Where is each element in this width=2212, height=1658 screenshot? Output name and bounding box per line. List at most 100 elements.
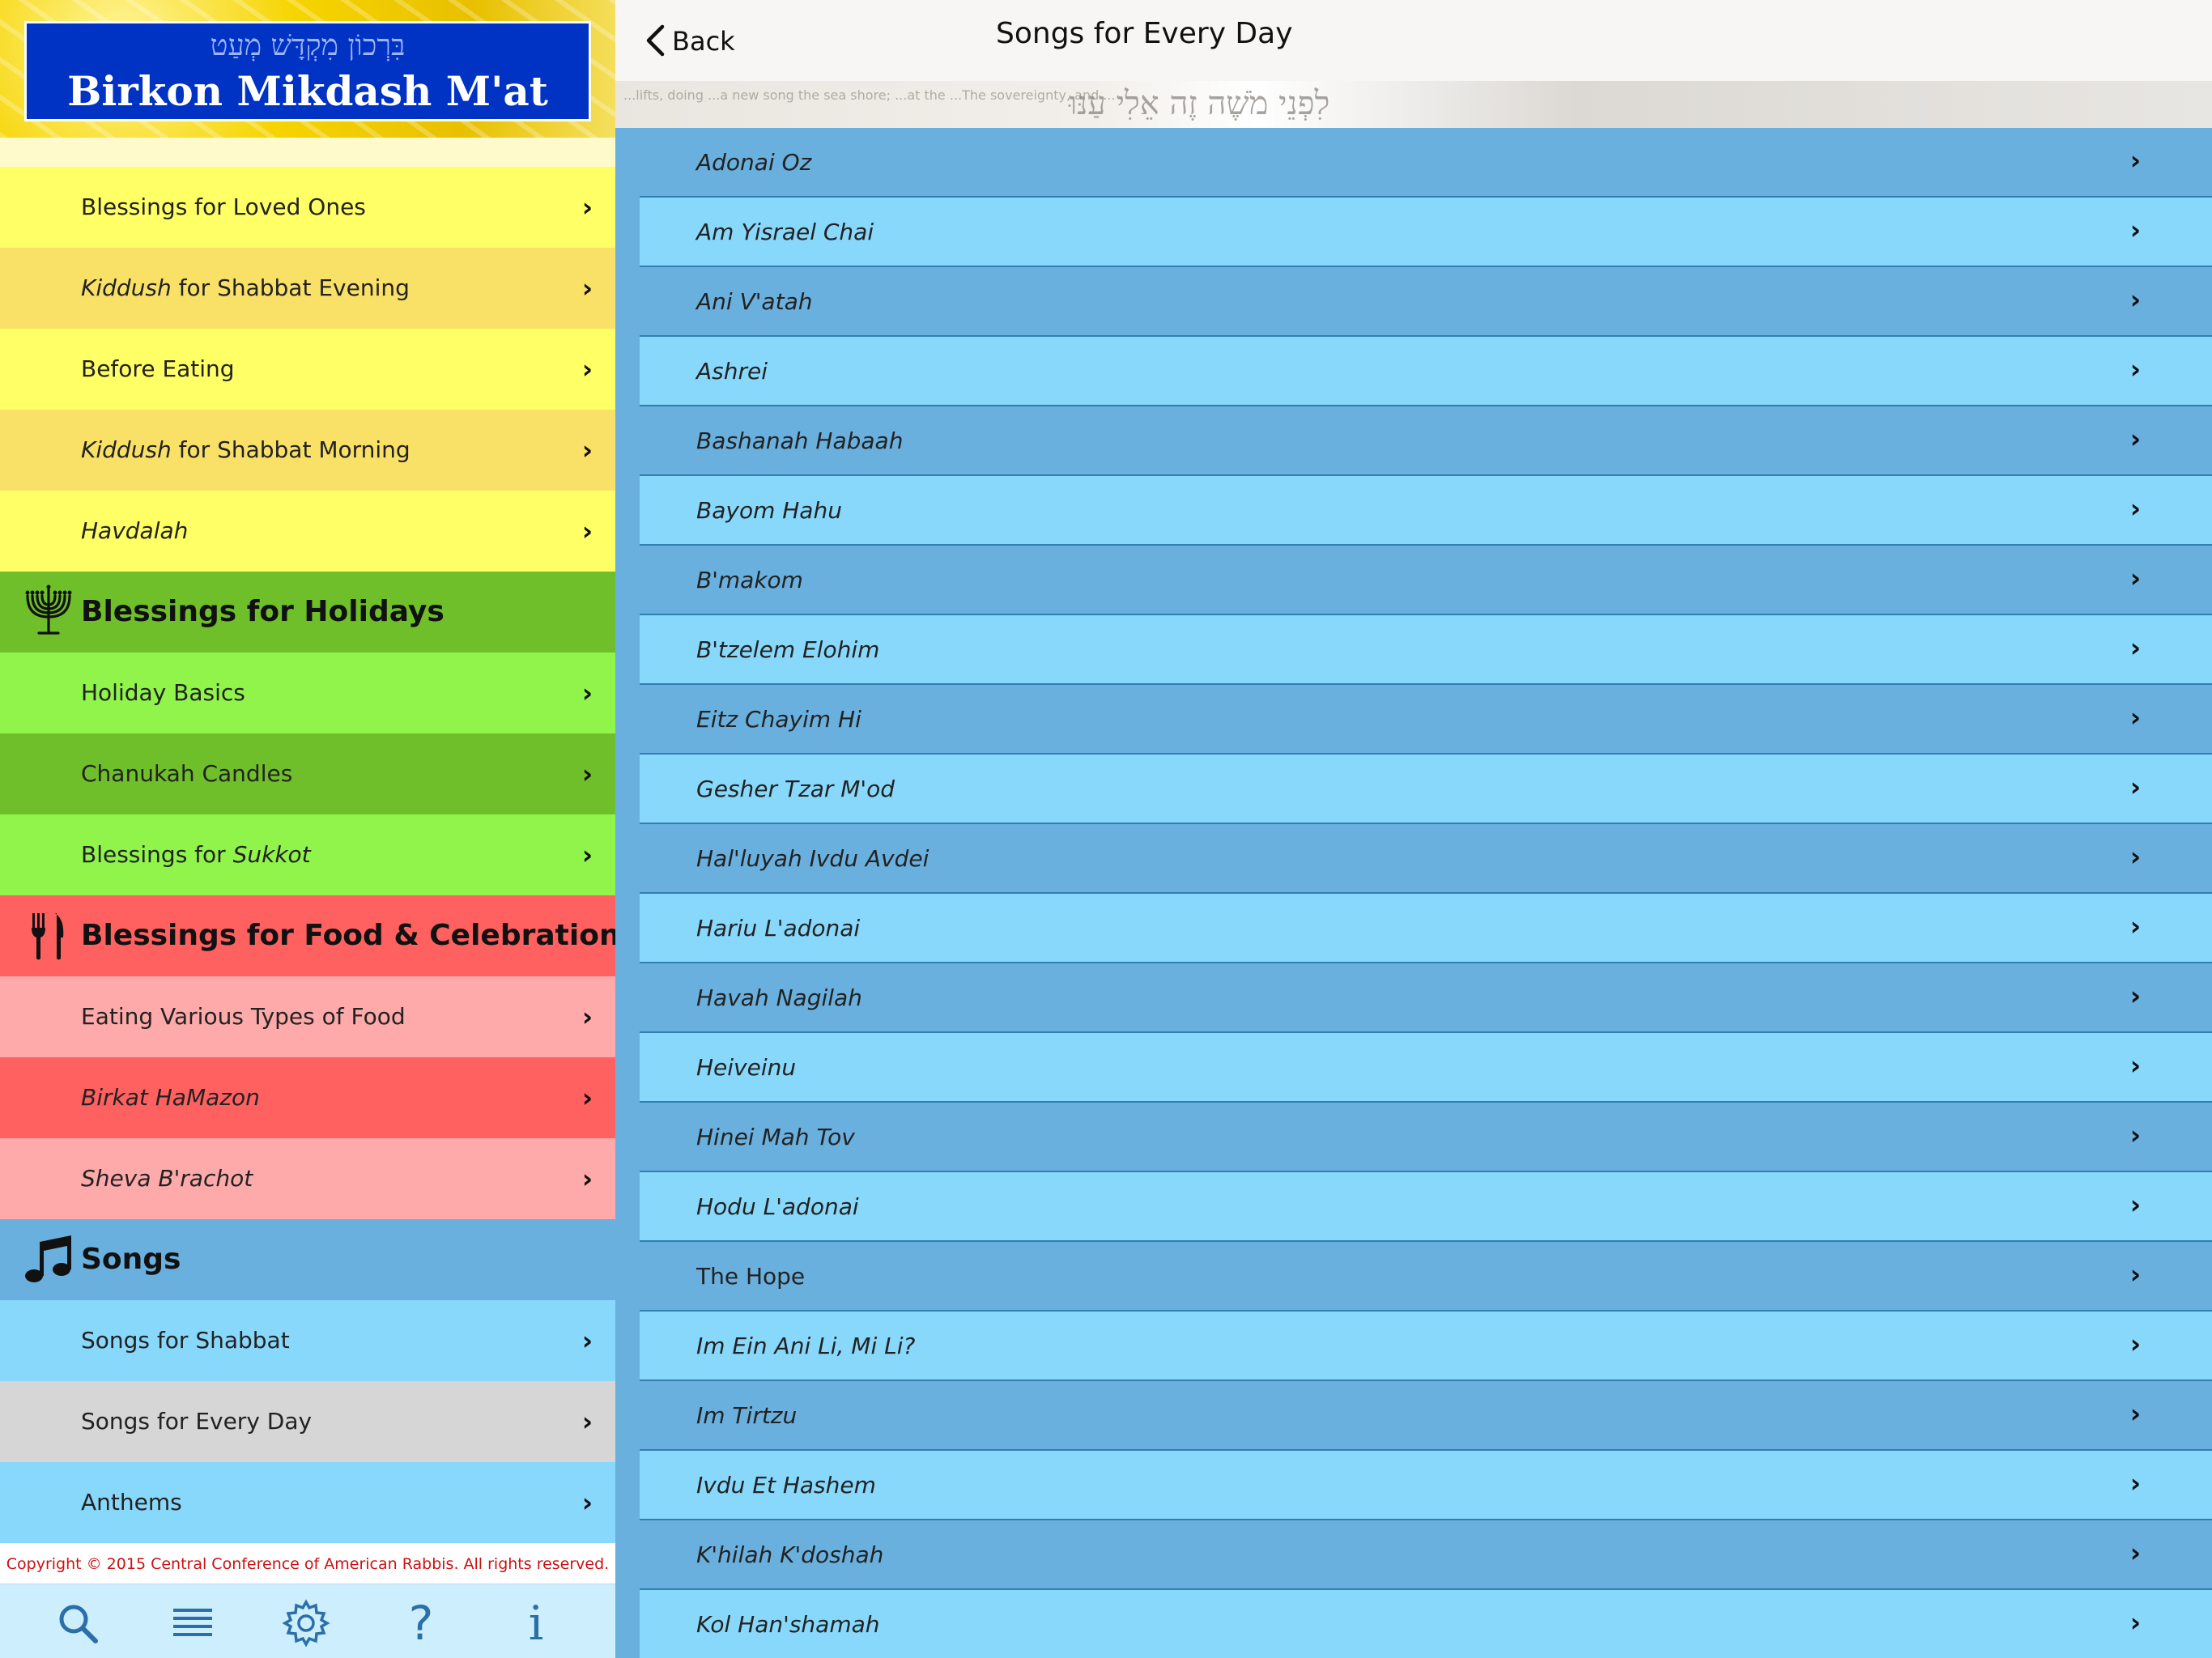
chevron-right-icon: ›: [581, 192, 593, 223]
chevron-right-icon: ›: [581, 516, 593, 546]
sidebar-item-holiday-basics[interactable]: Holiday Basics ›: [0, 653, 615, 733]
chevron-right-icon: ›: [2129, 493, 2141, 524]
song-row[interactable]: Kol Han'shamah ›: [615, 1590, 2212, 1658]
sidebar-item-sukkot[interactable]: Blessings for Sukkot ›: [0, 814, 615, 895]
gear-icon[interactable]: [282, 1599, 330, 1647]
sidebar-item-label: Blessings for Loved Ones: [81, 193, 366, 220]
song-row[interactable]: B'tzelem Elohim ›: [615, 615, 2212, 685]
sidebar-item-birkat-hamazon[interactable]: Birkat HaMazon ›: [0, 1057, 615, 1138]
sidebar-item-songs-shabbat[interactable]: Songs for Shabbat ›: [0, 1300, 615, 1381]
row-inset: [615, 1520, 640, 1590]
song-row[interactable]: Ani V'atah ›: [615, 267, 2212, 337]
song-row[interactable]: Im Ein Ani Li, Mi Li? ›: [615, 1312, 2212, 1381]
row-inset: [615, 128, 640, 198]
chevron-right-icon: ›: [581, 759, 593, 789]
page-title: Songs for Every Day: [996, 17, 1293, 50]
sidebar-item-songs-every-day[interactable]: Songs for Every Day ›: [0, 1381, 615, 1462]
row-inset: [615, 546, 640, 615]
sidebar-item-kiddush-morning[interactable]: Kiddush for Shabbat Morning ›: [0, 410, 615, 491]
song-row[interactable]: K'hilah K'doshah ›: [615, 1520, 2212, 1590]
list-icon[interactable]: [168, 1599, 217, 1647]
banner-title-box: בִּרְכוֹן מִקְדָּשׁ מְעַט Birkon Mikdash…: [24, 21, 591, 121]
sidebar-item-sheva-brachot[interactable]: Sheva B'rachot ›: [0, 1138, 615, 1219]
sidebar-item-kiddush-evening[interactable]: Kiddush for Shabbat Evening ›: [0, 248, 615, 329]
song-title: Ani V'atah: [696, 288, 813, 315]
banner-hebrew-title: בִּרְכוֹן מִקְדָּשׁ מְעַט: [210, 29, 406, 62]
sidebar-item-eating-food-types[interactable]: Eating Various Types of Food ›: [0, 976, 615, 1057]
song-row[interactable]: Bashanah Habaah ›: [615, 406, 2212, 476]
sidebar-item-anthems[interactable]: Anthems ›: [0, 1462, 615, 1543]
row-inset: [615, 963, 640, 1033]
chevron-right-icon: ›: [581, 435, 593, 466]
sidebar-item-label: Before Eating: [81, 355, 235, 382]
row-inset: [615, 476, 640, 546]
sidebar-item-label: Kiddush for Shabbat Evening: [81, 274, 410, 301]
section-header-holidays: Blessings for Holidays: [0, 572, 615, 653]
photo-caption-text: ...lifts, doing ...a new song the sea sh…: [623, 87, 1116, 103]
fork-knife-icon: [21, 908, 76, 963]
song-title: B'tzelem Elohim: [696, 636, 880, 663]
sidebar-item-label: Birkat HaMazon: [81, 1084, 260, 1111]
info-icon[interactable]: i: [512, 1599, 560, 1647]
song-title: The Hope: [696, 1263, 806, 1290]
sidebar-item-label: Chanukah Candles: [81, 760, 293, 787]
song-row[interactable]: Hariu L'adonai ›: [615, 894, 2212, 963]
song-row[interactable]: Gesher Tzar M'od ›: [615, 755, 2212, 824]
sidebar-item-label: Holiday Basics: [81, 679, 245, 706]
song-row[interactable]: Adonai Oz ›: [615, 128, 2212, 198]
chevron-right-icon: ›: [581, 1163, 593, 1194]
chevron-right-icon: ›: [2129, 632, 2141, 663]
header-photo: ...lifts, doing ...a new song the sea sh…: [615, 81, 2212, 128]
song-row[interactable]: Heiveinu ›: [615, 1033, 2212, 1103]
chevron-right-icon: ›: [581, 354, 593, 385]
sidebar-item-label: Sheva B'rachot: [81, 1165, 253, 1192]
song-title: Hinei Mah Tov: [696, 1124, 855, 1150]
section-header-label: Blessings for Holidays: [81, 595, 445, 628]
song-row[interactable]: Ivdu Et Hashem ›: [615, 1451, 2212, 1520]
sidebar-item-havdalah[interactable]: Havdalah ›: [0, 491, 615, 572]
row-inset: [615, 615, 640, 685]
chevron-right-icon: ›: [2129, 1259, 2141, 1290]
sidebar-item-chanukah-candles[interactable]: Chanukah Candles ›: [0, 733, 615, 814]
song-row[interactable]: The Hope ›: [615, 1242, 2212, 1312]
chevron-right-icon: ›: [581, 1325, 593, 1356]
song-row[interactable]: Im Tirtzu ›: [615, 1381, 2212, 1451]
sidebar-item-before-eating[interactable]: Before Eating ›: [0, 329, 615, 410]
chevron-right-icon: ›: [2129, 1120, 2141, 1150]
chevron-right-icon: ›: [2129, 841, 2141, 872]
song-title: Am Yisrael Chai: [696, 219, 874, 245]
song-row[interactable]: Hinei Mah Tov ›: [615, 1103, 2212, 1172]
help-icon[interactable]: ?: [397, 1599, 445, 1647]
chevron-right-icon: ›: [581, 273, 593, 304]
song-row[interactable]: Ashrei ›: [615, 337, 2212, 406]
chevron-right-icon: ›: [2129, 980, 2141, 1011]
chevron-right-icon: ›: [2129, 772, 2141, 802]
search-icon[interactable]: [53, 1599, 102, 1647]
chevron-right-icon: ›: [581, 1487, 593, 1518]
chevron-right-icon: ›: [581, 678, 593, 708]
chevron-right-icon: ›: [2129, 1537, 2141, 1568]
sidebar-item-blessings-loved-ones[interactable]: Blessings for Loved Ones ›: [0, 167, 615, 248]
back-label: Back: [672, 26, 735, 57]
chevron-right-icon: ›: [2129, 145, 2141, 176]
chevron-right-icon: ›: [2129, 354, 2141, 385]
song-row[interactable]: Havah Nagilah ›: [615, 963, 2212, 1033]
song-row[interactable]: Hal'luyah Ivdu Avdei ›: [615, 824, 2212, 894]
song-row[interactable]: Eitz Chayim Hi ›: [615, 685, 2212, 755]
song-row[interactable]: B'makom ›: [615, 546, 2212, 615]
detail-panel: Back Songs for Every Day ...lifts, doing…: [615, 0, 2212, 1658]
section-header-label: Blessings for Food & Celebration: [81, 919, 615, 952]
song-row[interactable]: Am Yisrael Chai ›: [615, 198, 2212, 267]
song-row[interactable]: Bayom Hahu ›: [615, 476, 2212, 546]
chevron-right-icon: ›: [2129, 563, 2141, 593]
row-inset: [615, 1312, 640, 1381]
row-inset: [615, 198, 640, 267]
sidebar-item-label: Songs for Every Day: [81, 1408, 313, 1435]
row-inset: [615, 1103, 640, 1172]
row-inset: [615, 685, 640, 755]
row-inset: [615, 267, 640, 337]
song-title: Hariu L'adonai: [696, 915, 861, 942]
song-row[interactable]: Hodu L'adonai ›: [615, 1172, 2212, 1242]
sidebar-item-label: Havdalah: [81, 517, 189, 544]
sidebar-item-label: Eating Various Types of Food: [81, 1003, 406, 1030]
